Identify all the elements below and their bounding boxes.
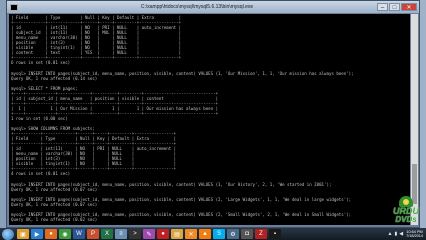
window-controls: – □ ✕ [376,3,417,11]
camera-icon[interactable]: ◘ [241,229,253,239]
mysql-console-window[interactable]: C:\xampp\htdocs\mysql\mysql5.6.13\bin\my… [6,0,420,228]
console-line: mysql> INSERT INTO pages(subject_id, men… [11,196,352,202]
skype-icon[interactable]: S [213,229,225,239]
close-button[interactable]: ✕ [401,3,417,11]
window-title: C:\xampp\htdocs\mysql\mysql5.6.13\bin\my… [140,4,254,10]
chrome-icon[interactable]: ◉ [59,229,71,239]
system-tray: ▲ ▮ ◀ 10:54 PM 7/18/2014 [386,230,423,239]
taskbar-apps: ▣ ▶ ● ◉ W P X ≡ > ✎ ● ▤ ✕ ▲ S ⚙ ◘ Z ▪ [17,229,283,239]
maximize-button[interactable]: □ [389,3,400,11]
vertical-scrollbar[interactable] [411,14,418,225]
xampp-icon[interactable]: ✕ [185,229,197,239]
recorder-icon[interactable]: ● [157,229,169,239]
clock-date: 7/18/2014 [406,234,423,238]
minimize-button[interactable]: – [377,3,388,11]
explorer-icon[interactable]: ▣ [17,229,29,239]
watermark-logo-icon [399,196,413,207]
settings-icon[interactable]: ⚙ [227,229,239,239]
taskbar: ▣ ▶ ● ◉ W P X ≡ > ✎ ● ▤ ✕ ▲ S ⚙ ◘ Z ▪ ▲ ▮ ◀ 10:54 PM 7/18/… [0,228,426,240]
title-bar[interactable]: C:\xampp\htdocs\mysql\mysql5.6.13\bin\my… [7,1,419,13]
powerpoint-icon[interactable]: P [87,229,99,239]
media-player-icon[interactable]: ▶ [31,229,43,239]
console-app-icon[interactable] [10,3,18,11]
cmd-icon[interactable]: ▪ [269,229,281,239]
vlc-icon[interactable]: ▲ [199,229,211,239]
watermark-text-line2: DVDs [395,215,417,224]
firefox-icon[interactable]: ● [45,229,57,239]
paint-icon[interactable]: ✎ [143,229,155,239]
start-button[interactable] [2,228,14,240]
taskbar-clock[interactable]: 10:54 PM 7/18/2014 [406,230,423,239]
console-output[interactable]: | Field | Type | Null | Key | Default | … [9,14,410,225]
terminal-icon[interactable]: > [129,229,141,239]
urdu-dvds-watermark: URDU DVDs [388,196,424,224]
notepad-icon[interactable]: ≡ [115,229,127,239]
volume-icon[interactable]: ◀ [399,231,403,237]
tray-arrow-icon[interactable]: ▲ [388,231,393,237]
console-line: mysql> INSERT INTO pages(subject_id, men… [11,70,354,76]
console-text: | Field | Type | Null | Key | Default | … [9,14,410,225]
network-icon[interactable]: ▮ [394,231,397,237]
folder-icon[interactable]: ▤ [171,229,183,239]
excel-icon[interactable]: X [101,229,113,239]
filezilla-icon[interactable]: Z [255,229,267,239]
word-icon[interactable]: W [73,229,85,239]
